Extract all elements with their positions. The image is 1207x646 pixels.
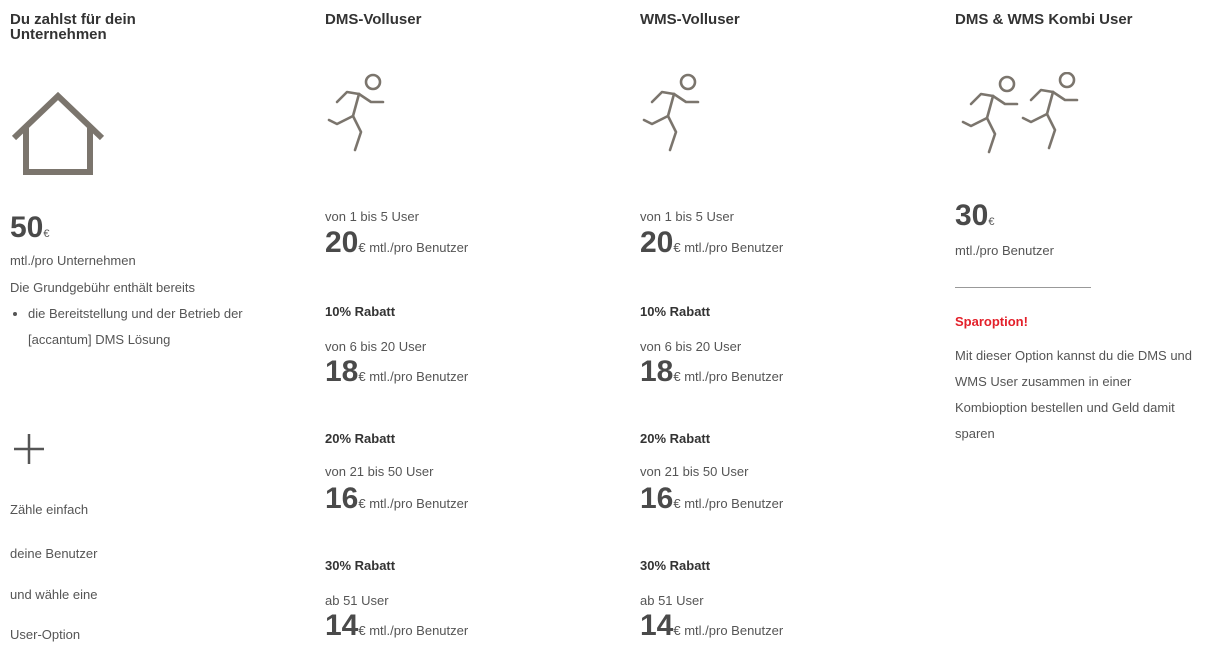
company-intro: Die Grundgebühr enthält bereits [10, 280, 196, 295]
tier-discount: 20% Rabatt [325, 431, 396, 446]
house-icon [11, 91, 105, 175]
tier-price: 14 [325, 609, 359, 642]
column-dms-volluser: DMS-Volluser von 1 bis 5 User 20€ mtl./p… [325, 0, 605, 644]
tier-price-row: 16€ mtl./pro Benutzer [325, 484, 468, 519]
tier-unit: € mtl./pro Benutzer [358, 623, 469, 638]
column-heading: WMS-Volluser [640, 11, 740, 28]
tier-price-row: 20€ mtl./pro Benutzer [325, 228, 468, 263]
column-wms-volluser: WMS-Volluser von 1 bis 5 User 20€ mtl./p… [640, 0, 920, 644]
column-kombi-user: DMS & WMS Kombi User 30€ mtl./pro Benutz… [955, 0, 1205, 644]
feature-list: die Bereitstellung und der Betrieb der [… [10, 301, 248, 353]
tier-price-row: 14€ mtl./pro Benutzer [640, 611, 783, 646]
tier-price: 18 [640, 355, 674, 388]
tier-unit: € mtl./pro Benutzer [358, 496, 469, 511]
column-company: Du zahlst für dein Unternehmen 50€ mtl./… [10, 0, 270, 644]
tier-price: 16 [640, 482, 674, 515]
tier-price: 14 [640, 609, 674, 642]
column-heading: Du zahlst für dein Unternehmen [10, 11, 136, 43]
tier-range: von 21 bis 50 User [325, 464, 434, 479]
feature-item: die Bereitstellung und der Betrieb der [… [28, 301, 248, 353]
tier-range: von 1 bis 5 User [640, 209, 734, 224]
tier-price-row: 14€ mtl./pro Benutzer [325, 611, 468, 646]
tier-discount: 20% Rabatt [640, 431, 711, 446]
tier-range: ab 51 User [640, 593, 704, 608]
company-price: 50€ [10, 211, 50, 244]
closing-line-2: deine Benutzer [10, 546, 98, 561]
tier-price: 20 [325, 226, 359, 259]
tier-price: 18 [325, 355, 359, 388]
tier-range: von 6 bis 20 User [325, 339, 427, 354]
tier-unit: € mtl./pro Benutzer [673, 623, 784, 638]
tier-unit: € mtl./pro Benutzer [358, 369, 469, 384]
tier-discount: 10% Rabatt [640, 304, 711, 319]
company-price-unit: mtl./pro Unternehmen [10, 253, 136, 268]
tier-unit: € mtl./pro Benutzer [673, 496, 784, 511]
tier-discount: 30% Rabatt [325, 558, 396, 573]
plus-icon [14, 434, 44, 464]
tier-price-row: 16€ mtl./pro Benutzer [640, 484, 783, 519]
two-runners-icon [961, 72, 1079, 154]
tier-price: 20 [640, 226, 674, 259]
kombi-description: Mit dieser Option kannst du die DMS und … [955, 348, 1193, 441]
tier-range: ab 51 User [325, 593, 389, 608]
tier-unit: € mtl./pro Benutzer [358, 240, 469, 255]
runner-icon [327, 73, 385, 152]
tier-price-row: 20€ mtl./pro Benutzer [640, 228, 783, 263]
tier-unit: € mtl./pro Benutzer [673, 240, 784, 255]
kombi-price-unit: mtl./pro Benutzer [955, 243, 1054, 258]
tier-price-row: 18€ mtl./pro Benutzer [325, 357, 468, 392]
column-heading: DMS & WMS Kombi User [955, 11, 1133, 28]
tier-discount: 30% Rabatt [640, 558, 711, 573]
divider [955, 287, 1091, 288]
closing-line-3: und wähle eine [10, 587, 98, 602]
tier-price-row: 18€ mtl./pro Benutzer [640, 357, 783, 392]
tier-range: von 1 bis 5 User [325, 209, 419, 224]
tier-range: von 6 bis 20 User [640, 339, 742, 354]
kombi-price: 30€ [955, 199, 995, 232]
closing-line-1: Zähle einfach [10, 502, 89, 517]
closing-line-4: User-Option [10, 627, 81, 642]
runner-icon [642, 73, 700, 152]
tier-price: 16 [325, 482, 359, 515]
sparoption-label: Sparoption! [955, 314, 1028, 329]
column-heading: DMS-Volluser [325, 11, 422, 28]
tier-range: von 21 bis 50 User [640, 464, 749, 479]
tier-discount: 10% Rabatt [325, 304, 396, 319]
tier-unit: € mtl./pro Benutzer [673, 369, 784, 384]
